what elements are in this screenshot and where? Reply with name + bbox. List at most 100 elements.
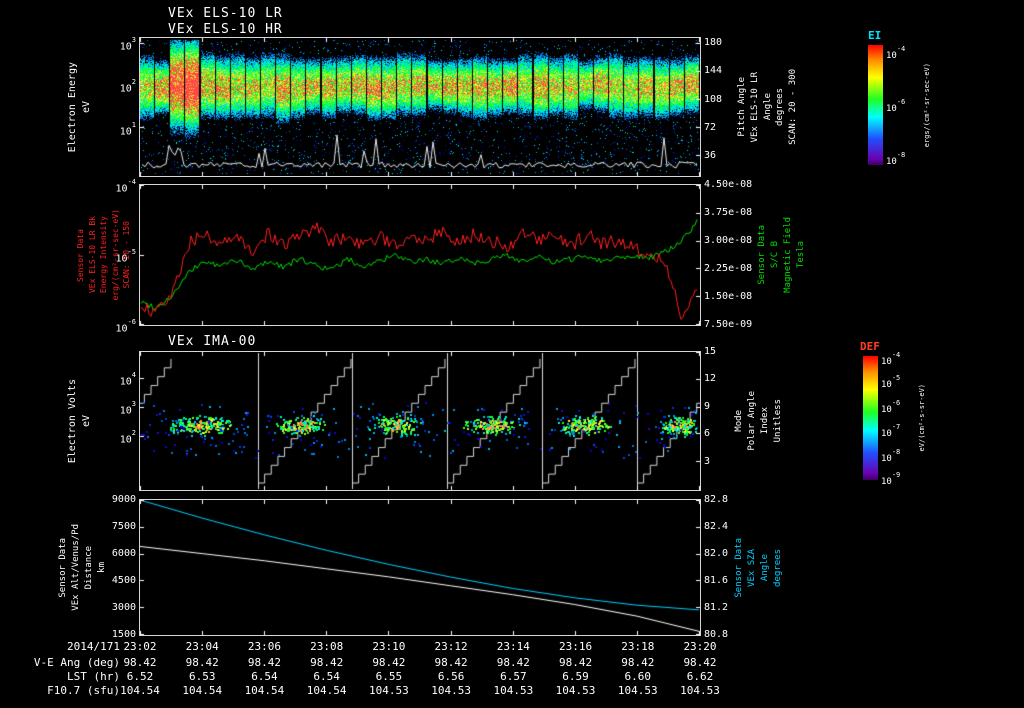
p1-right-tick-label: 72	[704, 122, 717, 133]
p2-right-tick-label: 7.50e-09	[704, 319, 753, 330]
footer-value: 6.56	[437, 670, 465, 683]
footer-value: 6.60	[624, 670, 652, 683]
footer-value: 104.53	[431, 684, 471, 697]
axis-label-line: VEx SZA	[747, 548, 758, 587]
footer-value: 6.53	[188, 670, 216, 683]
axis-label-line: Sensor Data	[734, 537, 745, 598]
ima-colorbar-tick-label: 10-8	[881, 448, 901, 464]
footer-value: 98.42	[123, 656, 157, 669]
footer-value: 98.42	[558, 656, 593, 669]
p2-right-tick-label: 3.75e-08	[704, 207, 753, 218]
altitude-sza-canvas	[139, 499, 701, 636]
footer-value: 104.53	[369, 684, 409, 697]
footer-value: 98.42	[372, 656, 406, 669]
els-colorbar-tick-label: 10-6	[886, 98, 906, 114]
time-tick-label: 23:04	[185, 640, 219, 653]
p1-right-tick-label: 180	[704, 37, 723, 48]
ima-spectrogram-canvas	[139, 351, 701, 491]
footer-value: 6.54	[313, 670, 340, 683]
axis-label-line: eV	[81, 100, 92, 114]
footer-row-label: V-E Ang (deg)	[33, 656, 120, 669]
time-tick-label: 23:14	[496, 640, 530, 653]
time-tick-label: 23:12	[434, 640, 468, 653]
p4-right-tick-label: 81.2	[704, 602, 729, 613]
ima-colorbar-unit-label: eV/(cm²-s-sr-eV)	[916, 356, 928, 480]
panel3-title: VEx IMA-00	[168, 334, 257, 349]
time-tick-label: 23:10	[372, 640, 406, 653]
footer-value: 6.54	[251, 670, 278, 683]
p1-right-tick-label: 36	[704, 150, 717, 161]
axis-label-line: Angle	[762, 93, 773, 121]
els-colorbar-tick-label: 10-4	[886, 45, 906, 61]
footer-value: 6.52	[126, 670, 154, 683]
axis-label-line: Tesla	[795, 241, 806, 269]
axis-label-line: Sensor Data	[76, 228, 86, 282]
footer-value: 104.54	[182, 684, 223, 697]
ima-colorbar-tick-label: 10-7	[881, 423, 901, 439]
time-tick-label: 23:20	[683, 640, 717, 653]
axis-label-line: degrees	[772, 548, 783, 587]
els-colorbar-unit-label: ergs/(cm²-sr-sec-eV)	[921, 45, 933, 165]
p1-right-tick-label: 144	[704, 65, 723, 76]
p4-right-tick-label: 82.8	[704, 494, 729, 505]
time-tick-label: 23:16	[558, 640, 593, 653]
ima-colorbar-title: DEF	[860, 340, 880, 353]
p1-right-axis-label: Pitch Angle VEx ELS-10 LR Angle degrees SCAN…	[733, 38, 803, 176]
footer-value: 98.42	[496, 656, 530, 669]
footer-value: 98.42	[310, 656, 344, 669]
footer-value: 6.62	[686, 670, 714, 683]
p4-right-tick-label: 82.4	[704, 521, 729, 532]
axis-label-line: Polar Angle	[747, 391, 758, 451]
p3-right-tick-label: 3	[704, 456, 711, 467]
axis-label-line: Mode	[734, 410, 745, 432]
axis-label-line: Index	[760, 407, 770, 435]
axis-label-line: SCAN: 20 - 150	[122, 221, 132, 289]
axis-label-line: Electron Volts	[67, 378, 78, 464]
axis-label-line: VEx Alt/Venus/Pd	[71, 524, 82, 611]
ima-colorbar-tick-label: 10-6	[881, 399, 901, 415]
footer-value: 104.53	[617, 684, 658, 697]
p3-right-axis-label: Mode Polar Angle Index Unitless	[734, 352, 783, 490]
p1-left-axis-label: Electron Energy eV	[64, 38, 96, 176]
p4-right-axis-label: Sensor Data VEx SZA Angle degrees	[734, 500, 783, 635]
axis-label-line: Angle	[760, 553, 770, 582]
axis-label-line: eV/(cm²-s-sr-eV)	[917, 384, 926, 452]
axis-label-line: km	[96, 562, 107, 573]
axis-label-line: erg/(cm²-sr-sec-eV)	[110, 209, 120, 301]
p2-right-axis-label: Sensor Data S/C B Magnetic Field Tesla	[757, 185, 806, 325]
vex-quicklook-plot-page: VEx ELS-10 LR VEx ELS-10 HR VEx IMA-00 E…	[0, 0, 1024, 708]
axis-label-line: Sensor Data	[757, 225, 768, 285]
time-tick-label: 23:08	[310, 640, 344, 653]
p2-right-tick-label: 4.50e-08	[704, 179, 753, 190]
date-label: 2014/171	[67, 640, 120, 653]
axis-label-line: VEx ELS-10 LR Bk	[87, 216, 97, 294]
axis-label-line: VEx ELS-10 LR	[749, 71, 760, 143]
axis-label-line: Electron Energy	[67, 61, 78, 153]
panel1-title-hr: VEx ELS-10 HR	[168, 22, 283, 37]
els-spectrogram-canvas	[139, 37, 701, 177]
p3-right-tick-label: 6	[704, 428, 711, 439]
footer-value: 6.57	[500, 670, 527, 683]
footer-value: 98.42	[683, 656, 717, 669]
footer-value: 104.53	[680, 684, 720, 697]
p2-right-tick-label: 3.00e-08	[704, 235, 753, 246]
footer-value: 104.54	[306, 684, 347, 697]
p4-right-tick-label: 81.6	[704, 575, 729, 586]
time-tick-label: 23:06	[247, 640, 281, 653]
footer-value: 104.54	[244, 684, 285, 697]
axis-label-line: S/C B	[770, 241, 781, 269]
time-tick-label: 23:18	[621, 640, 655, 653]
ima-colorbar-tick-label: 10-5	[881, 374, 901, 390]
footer-value: 104.53	[493, 684, 534, 697]
axis-label-line: Distance	[84, 545, 94, 590]
footer-value: 98.42	[621, 656, 655, 669]
axis-label-line: Unitless	[772, 399, 783, 443]
p4-right-tick-label: 82.0	[704, 548, 729, 559]
footer-row-label: F10.7 (sfu)	[47, 684, 120, 697]
footer-value: 98.42	[247, 656, 281, 669]
axis-label-line: eV	[81, 414, 92, 428]
axis-label-line: ergs/(cm²-sr-sec-eV)	[922, 62, 931, 148]
axis-label-line: Energy Intensity	[99, 216, 109, 294]
footer-value: 98.42	[185, 656, 219, 669]
p3-left-axis-label: Electron Volts eV	[64, 352, 96, 490]
